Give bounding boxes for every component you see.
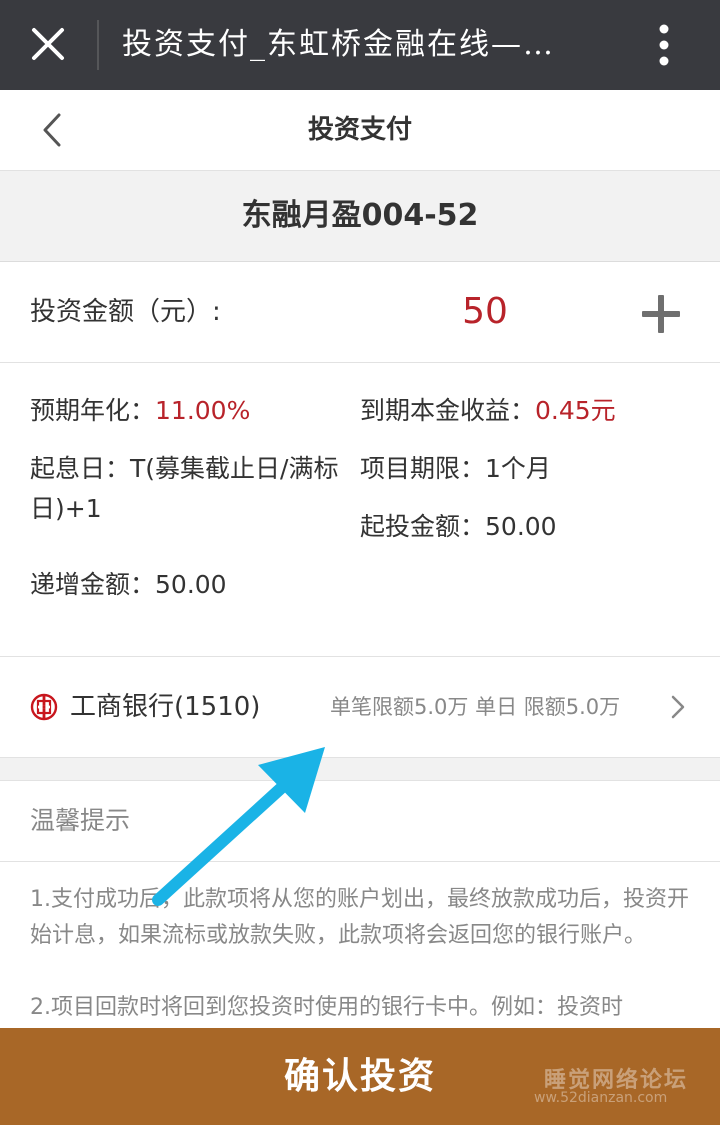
product-details: 预期年化：11.00% 到期本金收益：0.45元 起息日：T(募集截止日/满标日…: [0, 363, 720, 657]
product-name: 东融月盈004-52: [0, 171, 720, 262]
increase-amount-button[interactable]: [636, 290, 686, 340]
chevron-left-icon: [43, 113, 61, 147]
maturity-profit-label: 到期本金收益：: [360, 396, 536, 425]
amount-row: 投资金额（元）: 50: [0, 262, 720, 363]
more-vertical-icon: [659, 24, 669, 66]
interest-start-label: 起息日：: [30, 454, 131, 483]
annual-rate-value: 11.00%: [155, 396, 251, 425]
close-button[interactable]: [20, 16, 76, 72]
chevron-right-icon: [671, 695, 685, 719]
back-button[interactable]: [30, 108, 74, 152]
maturity-profit-value: 0.45元: [535, 396, 616, 425]
app-top-bar: 投资支付_东虹桥金融在线—…: [0, 0, 720, 90]
top-bar-divider: [97, 20, 99, 70]
minimum-investment: 起投金额：50.00: [360, 507, 557, 547]
tips-content: 1.支付成功后，此款项将从您的账户划出，最终放款成功后，投资开始计息，如果流标或…: [0, 862, 720, 1028]
tip-item: 2.项目回款时将回到您投资时使用的银行卡中。例如：投资时: [30, 995, 623, 1020]
window-title: 投资支付_东虹桥金融在线—…: [122, 27, 555, 62]
tips-header: 温馨提示: [0, 781, 720, 862]
icbc-logo-icon: [30, 693, 58, 721]
bank-name: 工商银行(1510): [70, 692, 261, 722]
tip-item: 1.支付成功后，此款项将从您的账户划出，最终放款成功后，投资开始计息，如果流标或…: [30, 887, 689, 948]
bank-card-selector[interactable]: 工商银行(1510) 单笔限额5.0万 单日 限额5.0万: [0, 657, 720, 758]
maturity-profit: 到期本金收益：0.45元: [360, 391, 616, 431]
amount-value[interactable]: 50: [420, 262, 550, 362]
more-menu-button[interactable]: [640, 14, 688, 76]
increment-amount: 递增金额：50.00: [30, 565, 227, 605]
increment-amount-value: 50.00: [155, 570, 227, 599]
minimum-investment-label: 起投金额：: [360, 512, 486, 541]
bank-limit: 单笔限额5.0万 单日 限额5.0万: [330, 695, 621, 719]
annual-rate-label: 预期年化：: [30, 396, 156, 425]
increment-amount-label: 递增金额：: [30, 570, 156, 599]
project-term-value: 1个月: [485, 454, 551, 483]
page-header: 投资支付: [0, 90, 720, 171]
close-icon: [32, 28, 64, 60]
minimum-investment-value: 50.00: [485, 512, 557, 541]
interest-start-date: 起息日：T(募集截止日/满标日)+1: [30, 449, 355, 529]
project-term: 项目期限：1个月: [360, 449, 551, 489]
project-term-label: 项目期限：: [360, 454, 486, 483]
amount-label: 投资金额（元）:: [30, 297, 221, 327]
annual-rate: 预期年化：11.00%: [30, 391, 250, 431]
tips-title: 温馨提示: [30, 806, 131, 835]
confirm-investment-button[interactable]: 确认投资: [0, 1028, 720, 1125]
page-title: 投资支付: [307, 115, 412, 145]
section-gap: [0, 758, 720, 781]
